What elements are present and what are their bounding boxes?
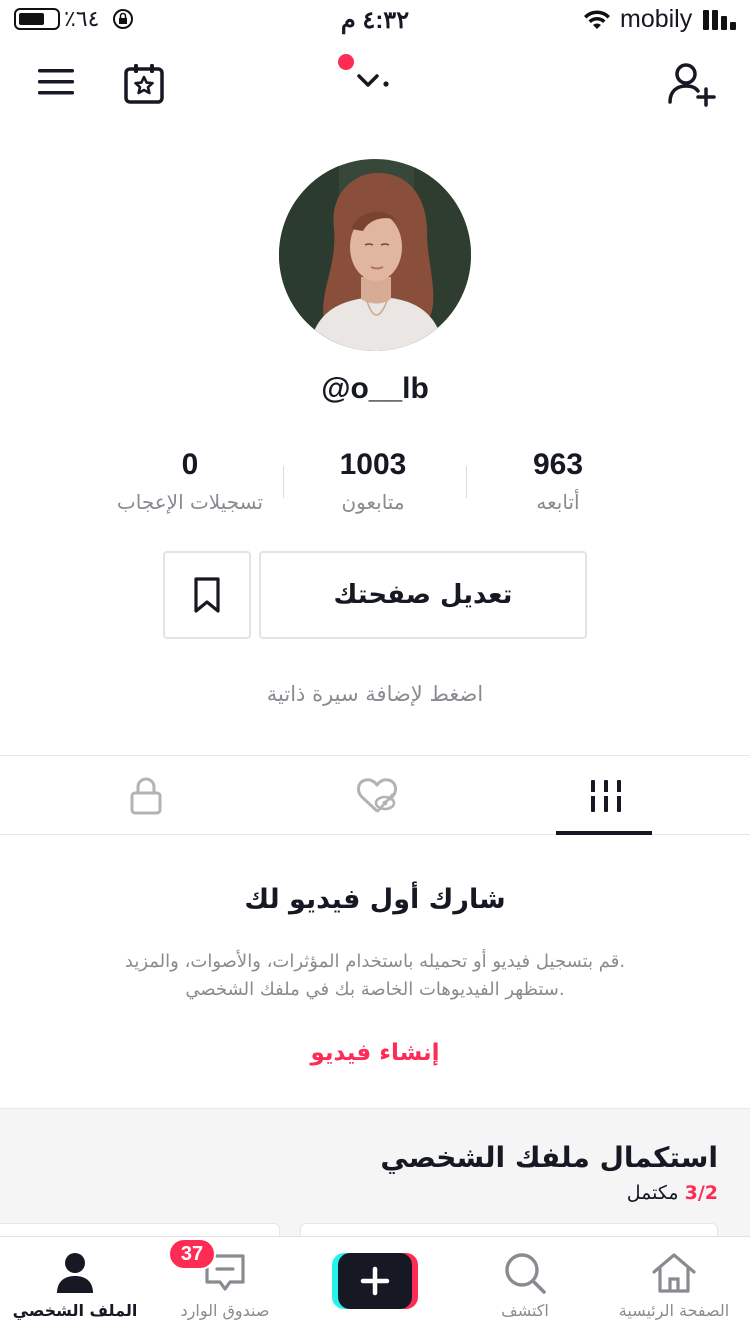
tab-videos[interactable]	[556, 756, 656, 836]
empty-state-line-1: قم بتسجيل فيديو أو تحميله باستخدام المؤث…	[124, 951, 626, 972]
bookmark-icon	[194, 577, 220, 613]
empty-state-line-2: ستظهر الفيديوهات الخاصة بك في ملفك الشخص…	[185, 979, 565, 1000]
create-video-link[interactable]: إنشاء فيديو	[0, 1040, 750, 1066]
tab-private[interactable]	[96, 756, 196, 836]
nav-profile[interactable]: الملف الشخصي	[8, 1237, 142, 1331]
active-tab-indicator	[556, 831, 652, 835]
add-user-button[interactable]	[664, 58, 720, 110]
complete-profile-title: استكمال ملفك الشخصي	[380, 1141, 718, 1174]
nav-discover[interactable]: اكتشف	[480, 1237, 570, 1331]
notification-dot	[338, 54, 354, 70]
create-button[interactable]	[332, 1253, 418, 1309]
home-icon	[652, 1253, 696, 1293]
nav-discover-label: اكتشف	[501, 1301, 549, 1320]
username: @o__lb	[321, 372, 429, 405]
inbox-badge: 37	[168, 1238, 216, 1270]
following-count: 963	[532, 448, 584, 481]
add-user-icon	[668, 63, 716, 107]
profile-icon	[57, 1253, 93, 1293]
likes-count: 0	[181, 448, 199, 481]
nav-home[interactable]: الصفحة الرئيسية	[600, 1237, 748, 1331]
following-label: أتابعه	[536, 490, 580, 514]
nav-inbox-label: صندوق الوارد	[180, 1301, 270, 1320]
calendar-button[interactable]	[120, 60, 168, 108]
calendar-star-icon	[124, 64, 164, 104]
tab-liked[interactable]	[327, 756, 427, 836]
profile-tabs	[0, 755, 750, 835]
favorites-button[interactable]	[163, 551, 251, 639]
profile-stats: 963 أتابعه 1003 متابعون 0 تسجيلات الإعجا…	[0, 448, 750, 528]
avatar-image	[279, 159, 471, 351]
complete-profile-progress: 3/2 مكتمل	[627, 1182, 718, 1204]
menu-button[interactable]	[34, 62, 78, 102]
nav-profile-label: الملف الشخصي	[12, 1301, 138, 1320]
complete-profile-section: استكمال ملفك الشخصي 3/2 مكتمل	[0, 1108, 750, 1263]
chevron-down-icon	[357, 74, 389, 87]
carrier-name: mobily	[620, 5, 693, 33]
nav-home-label: الصفحة الرئيسية	[618, 1301, 730, 1320]
lock-icon	[130, 777, 162, 815]
nav-create[interactable]	[330, 1237, 420, 1331]
progress-count: 3/2	[684, 1182, 718, 1204]
empty-state-description: قم بتسجيل فيديو أو تحميله باستخدام المؤث…	[90, 948, 660, 1004]
followers-stat[interactable]: 1003 متابعون	[273, 448, 473, 514]
followers-label: متابعون	[341, 490, 405, 514]
empty-state-title: شارك أول فيديو لك	[244, 884, 506, 915]
followers-count: 1003	[339, 448, 407, 481]
hidden-heart-icon	[357, 778, 397, 813]
likes-stat[interactable]: 0 تسجيلات الإعجاب	[90, 448, 290, 514]
add-bio-prompt[interactable]: اضغط لإضافة سيرة ذاتية	[0, 682, 750, 706]
bottom-navigation: الملف الشخصي صندوق الوارد اكتشف الصفحة ا…	[0, 1236, 750, 1331]
hamburger-menu-icon	[38, 69, 74, 95]
grid-videos-icon	[589, 780, 623, 812]
wifi-icon	[584, 10, 610, 29]
top-navigation	[0, 50, 750, 120]
search-icon	[505, 1253, 546, 1294]
signal-icon	[703, 10, 736, 30]
avatar[interactable]	[279, 159, 471, 351]
edit-profile-button[interactable]: تعديل صفحتك	[259, 551, 587, 639]
progress-label: مكتمل	[626, 1182, 679, 1204]
plus-icon	[360, 1266, 390, 1296]
status-bar: ٪٦٤ ٤:٣٢ م mobily	[0, 0, 750, 40]
following-stat[interactable]: 963 أتابعه	[458, 448, 658, 514]
likes-label: تسجيلات الإعجاب	[116, 490, 264, 514]
